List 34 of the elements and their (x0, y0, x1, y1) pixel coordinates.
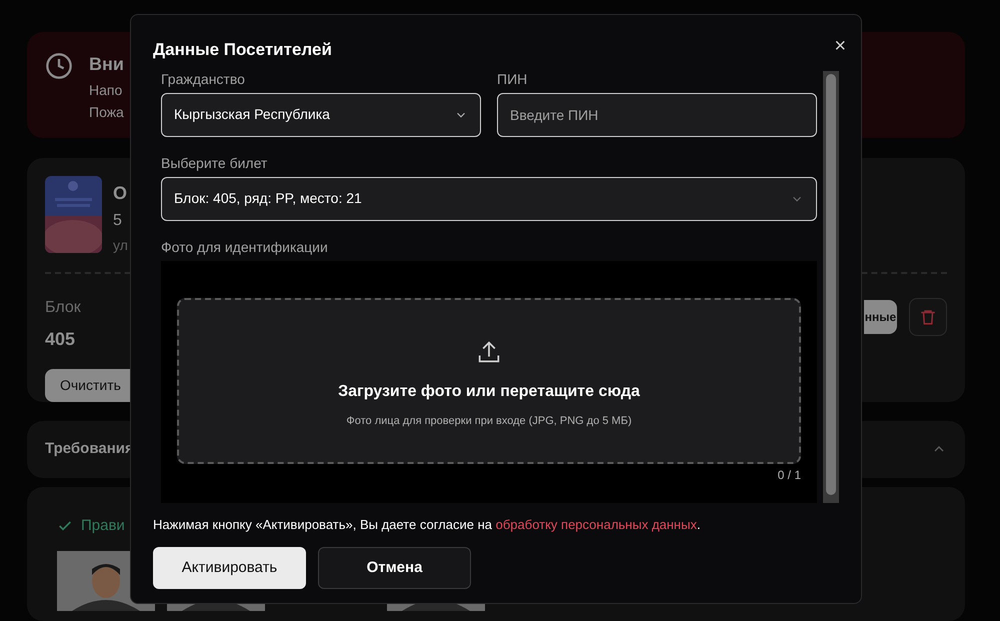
upload-title: Загрузите фото или перетащите сюда (338, 382, 640, 402)
field-label: Гражданство (161, 70, 246, 86)
alert-text: Напо (89, 81, 124, 100)
field-label: Фото для идентификации (161, 238, 329, 254)
alert-text: Пожа (89, 103, 124, 122)
select-value: Кыргызская Республика (174, 105, 330, 124)
clock-icon (45, 52, 73, 80)
block-label: Блок (45, 298, 82, 318)
ticket-select[interactable]: Блок: 405, ряд: PP, место: 21 (161, 176, 817, 220)
close-button[interactable]: × (834, 36, 846, 56)
consent-link[interactable]: обработку персональных данных (496, 516, 697, 532)
cancel-button[interactable]: Отмена (318, 547, 471, 589)
data-button[interactable]: нные (864, 300, 897, 334)
delete-button[interactable] (909, 298, 947, 336)
dialog-title: Данные Посетителей (153, 39, 332, 61)
citizenship-select[interactable]: Кыргызская Республика (161, 92, 481, 136)
event-address: ул (113, 236, 128, 255)
select-value: Блок: 405, ряд: PP, место: 21 (174, 189, 362, 208)
pin-input[interactable]: Введите ПИН (497, 92, 817, 136)
trash-icon (919, 308, 937, 326)
scrollbar[interactable] (823, 70, 839, 502)
event-date: 5 (113, 210, 123, 230)
block-value: 405 (45, 328, 76, 350)
consent-text: Нажимая кнопку «Активировать», Вы даете согласие на обработку персональных данных. (152, 516, 702, 534)
field-label: ПИН (497, 70, 528, 86)
field-label: Выберите билет (161, 154, 268, 170)
upload-hint: Фото лица для проверки при входе (JPG, PNG до 5 МБ) (346, 414, 632, 428)
requirements-title: Требования (45, 438, 134, 459)
event-title: О (113, 182, 128, 204)
photo-counter: 0 / 1 (778, 466, 801, 484)
activate-button[interactable]: Активировать (153, 547, 306, 589)
alert-title: Вни (89, 53, 124, 76)
rules-title: Прави (81, 516, 125, 536)
upload-dropzone[interactable]: Загрузите фото или перетащите сюда Фото лица для проверки при входе (JPG, PNG до 5 МБ) (177, 298, 801, 464)
